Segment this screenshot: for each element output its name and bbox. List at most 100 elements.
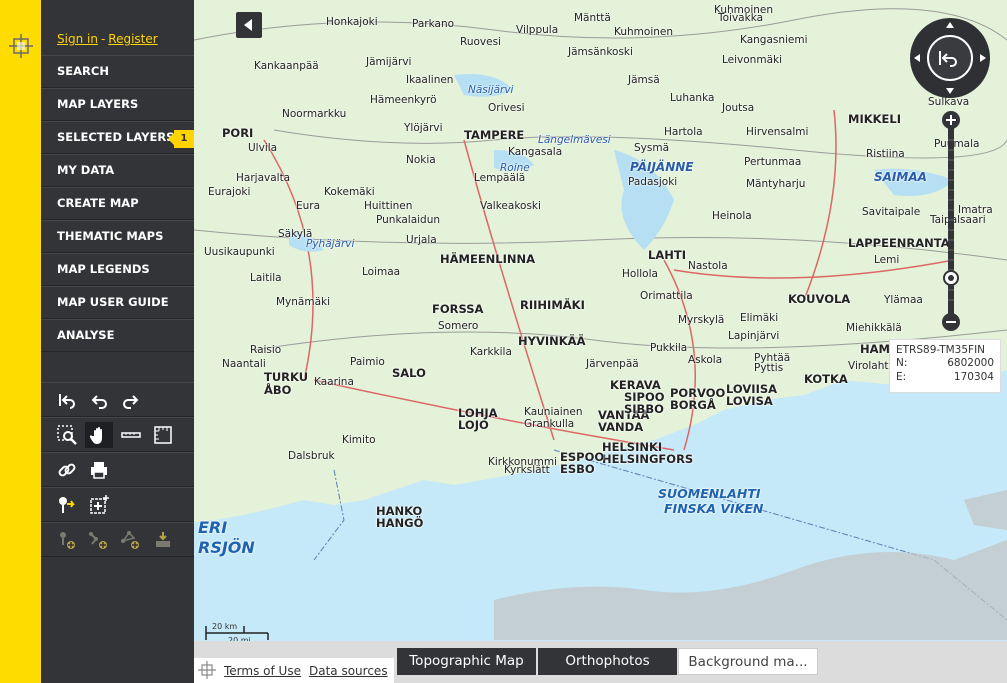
zoom-box-icon[interactable] bbox=[53, 422, 81, 448]
menu-item-search[interactable]: SEARCH bbox=[41, 55, 194, 88]
map-label-town: Kankaanpää bbox=[254, 60, 319, 72]
map-view[interactable]: PORI TAMPERE MIKKELI LAHTI HÄMEENLINNA K… bbox=[194, 0, 1007, 683]
collapse-sidebar-button[interactable] bbox=[236, 12, 262, 38]
map-label-town: Elimäki bbox=[740, 312, 779, 324]
map-label-helsingfors: HELSINGFORS bbox=[602, 452, 694, 466]
menu-item-selected-layers[interactable]: SELECTED LAYERS 1 bbox=[41, 121, 194, 154]
link-icon[interactable] bbox=[53, 457, 81, 483]
scale-km-label: 20 km bbox=[212, 622, 238, 631]
map-label-pyhajarvi: Pyhäjärvi bbox=[306, 238, 355, 250]
menu-item-label: THEMATIC MAPS bbox=[57, 229, 164, 243]
map-label-kotka: KOTKA bbox=[804, 372, 848, 386]
map-label-town: Ylöjärvi bbox=[404, 122, 443, 134]
map-label-lappeenranta: LAPPEENRANTA bbox=[848, 236, 950, 250]
map-label-town: Orivesi bbox=[488, 102, 525, 114]
data-sources-link[interactable]: Data sources bbox=[309, 664, 388, 678]
map-label-town: Laitila bbox=[250, 272, 282, 284]
map-label-town: Nastola bbox=[688, 260, 728, 272]
brand-rail bbox=[0, 0, 41, 683]
map-label-town: Ulvila bbox=[248, 142, 278, 154]
map-label-town: Savitaipale bbox=[862, 206, 921, 218]
menu-item-thematic-maps[interactable]: THEMATIC MAPS bbox=[41, 220, 194, 253]
reset-view-icon[interactable] bbox=[53, 387, 81, 413]
bg-layer-orthophotos-button[interactable]: Orthophotos bbox=[538, 648, 677, 675]
marker-add-icon[interactable] bbox=[53, 527, 81, 553]
map-label-town: Ylämaa bbox=[884, 294, 923, 306]
print-icon[interactable] bbox=[85, 457, 113, 483]
tool-row-editing bbox=[41, 522, 194, 557]
footer-links: Terms of Use Data sources bbox=[194, 658, 394, 683]
tool-row-navigation bbox=[41, 417, 194, 452]
undo-icon[interactable] bbox=[85, 387, 113, 413]
map-label-borga: BORGÅ bbox=[670, 398, 716, 412]
area-add-icon[interactable] bbox=[117, 527, 145, 553]
map-label-town: Jämsä bbox=[628, 74, 660, 86]
menu-item-label: MAP LEGENDS bbox=[57, 262, 150, 276]
map-label-langelmavesi: Längelmävesi bbox=[538, 134, 611, 146]
map-label-town: Ruovesi bbox=[460, 36, 501, 48]
map-label-town: Mänttä bbox=[574, 12, 611, 24]
map-label-town: Kauniainen bbox=[524, 406, 583, 418]
map-label-town: Vilppula bbox=[516, 24, 559, 36]
pan-hand-icon[interactable] bbox=[85, 422, 113, 448]
map-label-town: Lempäälä bbox=[474, 172, 526, 184]
sign-in-link[interactable]: Sign in bbox=[57, 32, 98, 46]
zoom-slider[interactable] bbox=[940, 110, 962, 332]
map-label-town: Kyrkslätt bbox=[504, 464, 550, 476]
coordinate-system: ETRS89-TM35FIN bbox=[896, 344, 986, 356]
menu-item-label: SELECTED LAYERS bbox=[57, 130, 175, 144]
menu-item-my-data[interactable]: MY DATA bbox=[41, 154, 194, 187]
map-label-town: Punkalaidun bbox=[376, 214, 441, 226]
bg-layer-background-map-button[interactable]: Background ma... bbox=[678, 648, 818, 675]
map-label-town: Joutsa bbox=[722, 102, 755, 114]
map-label-town: Järvenpää bbox=[586, 358, 639, 370]
menu-item-create-map[interactable]: CREATE MAP bbox=[41, 187, 194, 220]
import-icon[interactable] bbox=[149, 527, 177, 553]
map-label-town: Mynämäki bbox=[276, 296, 331, 308]
map-label-lovisa: LOVISA bbox=[726, 394, 773, 408]
map-label-town: Ikaalinen bbox=[406, 74, 454, 86]
menu-item-label: MAP USER GUIDE bbox=[57, 295, 169, 309]
map-label-town: Eurajoki bbox=[208, 186, 251, 198]
measure-area-icon[interactable] bbox=[149, 422, 177, 448]
map-label-pori: PORI bbox=[222, 126, 254, 140]
terms-of-use-link[interactable]: Terms of Use bbox=[224, 664, 301, 678]
bg-layer-topographic-button[interactable]: Topographic Map bbox=[397, 648, 536, 675]
selected-layers-count-badge: 1 bbox=[168, 130, 194, 148]
map-label-forssa: FORSSA bbox=[432, 302, 484, 316]
menu-item-label: MAP LAYERS bbox=[57, 97, 139, 111]
redo-icon[interactable] bbox=[117, 387, 145, 413]
map-label-town: Ristiina bbox=[866, 148, 905, 160]
add-feature-icon[interactable] bbox=[85, 492, 113, 518]
map-label-town: Kaarina bbox=[314, 376, 354, 388]
map-label-sea-fragment-2: RSJÖN bbox=[198, 538, 255, 557]
menu-item-map-user-guide[interactable]: MAP USER GUIDE bbox=[41, 286, 194, 319]
sidebar: Sign in - Register SEARCH MAP LAYERS SELEC… bbox=[41, 0, 194, 683]
map-label-town: Jämsänkoski bbox=[568, 46, 633, 58]
add-marker-icon[interactable] bbox=[53, 492, 81, 518]
paikkatieto-logo-icon bbox=[9, 34, 33, 58]
register-link[interactable]: Register bbox=[108, 32, 157, 46]
map-toolbar bbox=[41, 382, 194, 557]
map-label-town: Kokemäki bbox=[324, 186, 375, 198]
map-label-town: Mäntyharju bbox=[746, 178, 806, 190]
map-label-hameenlinna: HÄMEENLINNA bbox=[440, 252, 536, 266]
map-label-town: Pyttis bbox=[754, 362, 784, 374]
menu-item-label: ANALYSE bbox=[57, 328, 115, 342]
map-label-town: Hämeenkyrö bbox=[370, 94, 437, 106]
map-label-riihimaki: RIIHIMÄKI bbox=[520, 298, 585, 312]
menu-item-analyse[interactable]: ANALYSE bbox=[41, 319, 194, 352]
map-label-paijanne: PÄIJÄNNE bbox=[630, 160, 694, 174]
measure-line-icon[interactable] bbox=[117, 422, 145, 448]
map-label-town: Dalsbruk bbox=[288, 450, 335, 462]
map-label-hango: HANGÖ bbox=[376, 516, 424, 530]
menu-item-map-legends[interactable]: MAP LEGENDS bbox=[41, 253, 194, 286]
map-label-town: Kangasniemi bbox=[740, 34, 808, 46]
map-label-town: Nokia bbox=[406, 154, 436, 166]
tool-row-markers bbox=[41, 487, 194, 522]
pan-compass-control[interactable] bbox=[908, 16, 992, 100]
tool-row-share bbox=[41, 452, 194, 487]
coordinate-readout: ETRS89-TM35FIN N: 6802000 E: 170304 bbox=[889, 339, 1001, 393]
line-add-icon[interactable] bbox=[85, 527, 113, 553]
menu-item-map-layers[interactable]: MAP LAYERS bbox=[41, 88, 194, 121]
